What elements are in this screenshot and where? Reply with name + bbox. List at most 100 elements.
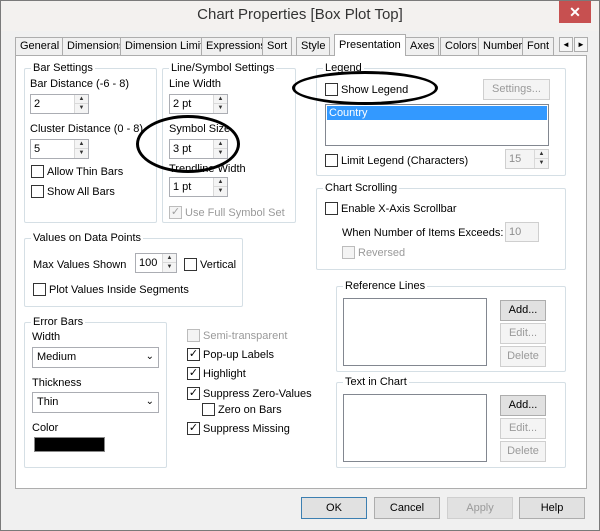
tab-scroll-right-button[interactable]: ► <box>574 37 588 52</box>
annotation-circle-show-legend <box>292 71 438 105</box>
help-button[interactable]: Help <box>519 497 585 519</box>
allow-thin-bars-checkbox[interactable] <box>31 165 44 178</box>
apply-button[interactable]: Apply <box>447 497 513 519</box>
tab-font[interactable]: Font <box>522 37 555 55</box>
tab-expressions[interactable]: Expressions <box>201 37 271 55</box>
items-exceeds-field[interactable]: 10 <box>505 222 539 242</box>
highlight-checkbox[interactable]: ✓ <box>187 367 200 380</box>
spin-up-icon[interactable]: ▲ <box>214 95 227 104</box>
spin-up-icon[interactable]: ▲ <box>214 178 227 187</box>
chart-properties-dialog: Chart Properties [Box Plot Top] ✕ Genera… <box>0 0 600 531</box>
title-bar: Chart Properties [Box Plot Top] ✕ <box>1 1 599 31</box>
spin-down-icon[interactable]: ▼ <box>75 104 88 113</box>
max-values-shown-label: Max Values Shown <box>33 259 127 271</box>
semi-transparent-label: Semi-transparent <box>203 330 288 342</box>
max-values-value: 100 <box>139 257 158 269</box>
spin-up-icon[interactable]: ▲ <box>75 95 88 104</box>
bar-distance-spinner[interactable]: 2 ▲ ▼ <box>30 94 89 114</box>
enable-x-axis-scrollbar-checkbox[interactable] <box>325 202 338 215</box>
cluster-distance-label: Cluster Distance (0 - 8) <box>30 123 144 135</box>
trendline-width-spinner[interactable]: 1 pt ▲ ▼ <box>169 177 228 197</box>
suppress-missing-label: Suppress Missing <box>203 423 290 435</box>
reversed-label: Reversed <box>358 247 406 259</box>
reference-lines-list[interactable] <box>343 298 487 366</box>
highlight-label: Highlight <box>203 368 246 380</box>
tab-dimension-limits[interactable]: Dimension Limits <box>120 37 214 55</box>
items-exceeds-label: When Number of Items Exceeds: <box>342 227 504 239</box>
reference-lines-add-button[interactable]: Add... <box>500 300 546 321</box>
error-bars-title: Error Bars <box>31 316 86 328</box>
bar-settings-title: Bar Settings <box>31 62 95 74</box>
semi-transparent-checkbox[interactable] <box>187 329 200 342</box>
suppress-zero-values-checkbox[interactable]: ✓ <box>187 387 200 400</box>
close-button[interactable]: ✕ <box>559 1 591 23</box>
use-full-symbol-set-label: Use Full Symbol Set <box>185 207 285 219</box>
reference-lines-edit-button[interactable]: Edit... <box>500 323 546 344</box>
max-values-spinner[interactable]: 100 ▲ ▼ <box>135 253 177 273</box>
tab-number[interactable]: Number <box>478 37 528 55</box>
spin-up-icon[interactable]: ▲ <box>535 150 548 159</box>
error-bars-width-select[interactable]: Medium ⌄ <box>32 347 159 368</box>
suppress-missing-checkbox[interactable]: ✓ <box>187 422 200 435</box>
tab-scroll-left-button[interactable]: ◄ <box>559 37 573 52</box>
enable-x-axis-scrollbar-label: Enable X-Axis Scrollbar <box>341 203 457 215</box>
cluster-distance-spinner[interactable]: 5 ▲ ▼ <box>30 139 89 159</box>
plot-values-inside-checkbox[interactable] <box>33 283 46 296</box>
legend-list[interactable]: Country <box>325 104 549 146</box>
tab-presentation[interactable]: Presentation <box>334 34 406 56</box>
error-bars-thickness-select[interactable]: Thin ⌄ <box>32 392 159 413</box>
error-bars-group: Error Bars Width Medium ⌄ Thickness Thin… <box>24 316 167 468</box>
line-symbol-settings-title: Line/Symbol Settings <box>169 62 277 74</box>
bar-distance-label: Bar Distance (-6 - 8) <box>30 78 130 90</box>
limit-legend-checkbox[interactable] <box>325 154 338 167</box>
tab-sort[interactable]: Sort <box>262 37 293 55</box>
reference-lines-title: Reference Lines <box>343 280 428 292</box>
text-in-chart-edit-button[interactable]: Edit... <box>500 418 546 439</box>
legend-list-item-country[interactable]: Country <box>327 106 547 120</box>
bar-distance-value: 2 <box>34 98 41 110</box>
spin-down-icon[interactable]: ▼ <box>535 159 548 168</box>
reversed-checkbox[interactable] <box>342 246 355 259</box>
legend-settings-button[interactable]: Settings... <box>483 79 550 100</box>
error-bars-color-label: Color <box>32 422 59 434</box>
tab-axes[interactable]: Axes <box>405 37 440 55</box>
tab-colors[interactable]: Colors <box>440 37 482 55</box>
items-exceeds-value: 10 <box>509 226 522 238</box>
spin-down-icon[interactable]: ▼ <box>163 263 176 272</box>
window-title: Chart Properties [Box Plot Top] <box>197 6 403 23</box>
spin-down-icon[interactable]: ▼ <box>75 149 88 158</box>
error-bars-color-swatch[interactable] <box>34 437 105 452</box>
ok-button[interactable]: OK <box>301 497 367 519</box>
tab-general[interactable]: General <box>15 37 65 55</box>
spin-down-icon[interactable]: ▼ <box>214 104 227 113</box>
use-full-symbol-set-checkbox[interactable]: ✓ <box>169 206 182 219</box>
spin-up-icon[interactable]: ▲ <box>75 140 88 149</box>
chart-scrolling-group: Chart Scrolling Enable X-Axis Scrollbar … <box>316 182 566 270</box>
error-bars-width-label: Width <box>32 331 61 343</box>
limit-legend-value: 15 <box>509 153 522 165</box>
tab-style[interactable]: Style <box>296 37 331 55</box>
plot-values-inside-label: Plot Values Inside Segments <box>49 284 189 296</box>
spin-up-icon[interactable]: ▲ <box>163 254 176 263</box>
suppress-zero-values-label: Suppress Zero-Values <box>203 388 312 400</box>
limit-legend-label: Limit Legend (Characters) <box>341 155 469 167</box>
show-all-bars-label: Show All Bars <box>47 186 115 198</box>
annotation-circle-symbol-size <box>136 115 240 173</box>
text-in-chart-list[interactable] <box>343 394 487 462</box>
spin-down-icon[interactable]: ▼ <box>214 187 227 196</box>
text-in-chart-delete-button[interactable]: Delete <box>500 441 546 462</box>
trendline-width-value: 1 pt <box>173 181 192 193</box>
cancel-button[interactable]: Cancel <box>374 497 440 519</box>
line-width-spinner[interactable]: 2 pt ▲ ▼ <box>169 94 228 114</box>
line-width-label: Line Width <box>169 78 221 90</box>
vertical-checkbox[interactable] <box>184 258 197 271</box>
allow-thin-bars-label: Allow Thin Bars <box>47 166 124 178</box>
reference-lines-delete-button[interactable]: Delete <box>500 346 546 367</box>
show-all-bars-checkbox[interactable] <box>31 185 44 198</box>
text-in-chart-add-button[interactable]: Add... <box>500 395 546 416</box>
limit-legend-spinner[interactable]: 15 ▲ ▼ <box>505 149 549 169</box>
chevron-down-icon: ⌄ <box>145 351 154 362</box>
values-on-data-points-title: Values on Data Points <box>31 232 144 244</box>
zero-on-bars-checkbox[interactable] <box>202 403 215 416</box>
popup-labels-checkbox[interactable]: ✓ <box>187 348 200 361</box>
